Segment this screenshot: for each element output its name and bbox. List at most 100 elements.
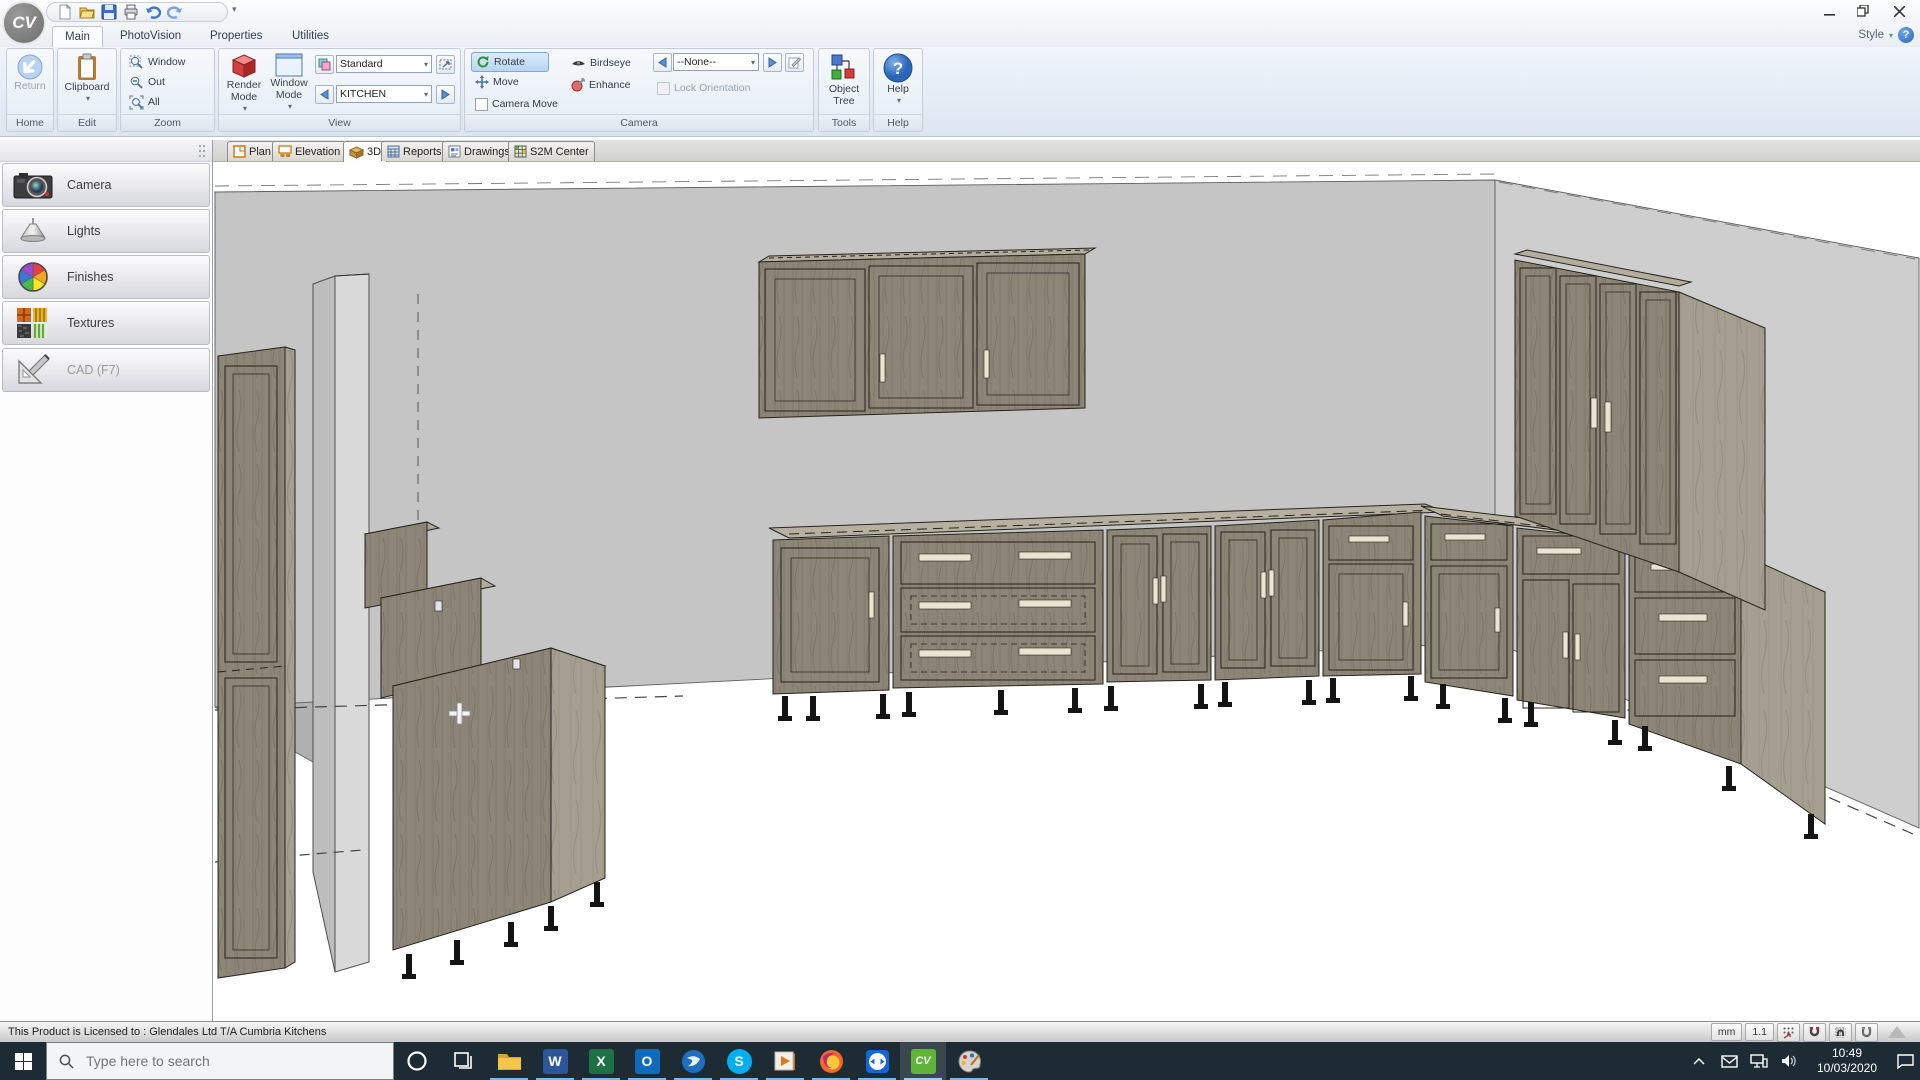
minimize-button[interactable] [1814, 0, 1844, 22]
sidebar-header[interactable] [0, 140, 212, 162]
restore-button[interactable] [1848, 0, 1878, 22]
outlook-icon: O [635, 1049, 660, 1074]
rotate-icon [476, 55, 490, 69]
sidebar-item-camera[interactable]: Camera [2, 163, 210, 207]
new-document-icon[interactable] [57, 4, 73, 20]
taskbar-app-word[interactable]: W [532, 1042, 578, 1080]
window-mode-button[interactable]: Window Mode [267, 53, 311, 113]
menu-tab-photovision[interactable]: PhotoVision [108, 26, 193, 46]
style-selector[interactable]: Style ▾ ? [1858, 27, 1914, 43]
pan-window-icon [439, 58, 452, 71]
clipboard-button[interactable]: Clipboard [58, 53, 116, 105]
sidebar-item-cad[interactable]: CAD (F7) [2, 348, 210, 392]
save-icon[interactable] [101, 4, 117, 20]
zoom-out-button[interactable]: Out [129, 73, 165, 91]
close-button[interactable] [1884, 0, 1914, 22]
undo-icon[interactable] [145, 4, 161, 20]
rotate-button[interactable]: Rotate [471, 52, 549, 72]
previous-room-button[interactable] [315, 85, 334, 104]
render-style-select[interactable]: Standard▾ [336, 55, 432, 73]
tab-plan[interactable]: Plan [227, 141, 277, 161]
return-button[interactable]: Return [7, 54, 53, 92]
taskbar-app-file-explorer[interactable] [486, 1042, 532, 1080]
grid-snap-button[interactable] [1803, 1023, 1826, 1042]
tab-reports[interactable]: Reports [381, 141, 448, 161]
menu-tab-main[interactable]: Main [52, 26, 103, 47]
help-circle-icon[interactable]: ? [1898, 27, 1914, 43]
help-button[interactable]: ? Help [874, 53, 922, 107]
enhance-button[interactable]: Enhance [571, 76, 630, 94]
taskbar-app-movies-tv[interactable] [762, 1042, 808, 1080]
finishes-color-wheel-icon [13, 261, 53, 293]
render-style-icon-button[interactable] [315, 55, 334, 74]
edit-walkthrough-button[interactable] [785, 53, 804, 72]
next-room-button[interactable] [436, 85, 455, 104]
sidebar-item-textures[interactable]: Textures [2, 301, 210, 345]
tray-mail-icon[interactable] [1714, 1042, 1744, 1080]
camera-move-checkbox[interactable]: Camera Move [475, 95, 558, 113]
taskbar-search[interactable] [46, 1042, 394, 1080]
tray-network-icon[interactable] [1744, 1042, 1774, 1080]
move-button[interactable]: Move [475, 73, 519, 91]
taskbar-app-teamviewer[interactable] [854, 1042, 900, 1080]
render-mode-button[interactable]: Render Mode [223, 53, 265, 115]
edit-pencil-icon [788, 56, 801, 69]
group-label-help: Help [874, 114, 922, 131]
design-canvas[interactable] [213, 162, 1920, 1021]
task-view-button[interactable] [440, 1042, 486, 1080]
left-arrow-icon [319, 89, 330, 100]
pan-window-button[interactable] [436, 55, 455, 74]
walkthrough-select[interactable]: --None--▾ [673, 53, 759, 71]
skype-icon: S [727, 1049, 752, 1074]
svg-text:?: ? [893, 59, 903, 78]
tray-clock[interactable]: 10:49 10/03/2020 [1804, 1046, 1890, 1076]
teamviewer-icon [865, 1049, 890, 1074]
sidebar-item-lights[interactable]: Lights [2, 209, 210, 253]
taskbar-app-firefox[interactable] [808, 1042, 854, 1080]
tab-elevation[interactable]: Elevation [272, 141, 346, 161]
ribbon-group-camera: Rotate Move Camera Move Birdseye Enhance… [464, 48, 814, 132]
taskbar-app-paint[interactable] [946, 1042, 992, 1080]
menu-tab-properties[interactable]: Properties [198, 26, 274, 46]
taskbar-app-excel[interactable]: X [578, 1042, 624, 1080]
cortana-button[interactable] [394, 1042, 440, 1080]
entity-snap-button[interactable] [1829, 1023, 1852, 1042]
taskbar-app-outlook[interactable]: O [624, 1042, 670, 1080]
taskbar-app-skype[interactable]: S [716, 1042, 762, 1080]
start-button[interactable] [0, 1042, 46, 1080]
drawings-icon [448, 145, 461, 158]
ribbon-group-zoom: Window Out All Zoom [120, 48, 215, 132]
left-arrow-icon [657, 57, 668, 68]
move-icon [475, 75, 489, 89]
customize-quick-access-icon[interactable]: ▾ [232, 4, 237, 15]
walkthrough-prev-button[interactable] [653, 53, 672, 72]
search-icon [59, 1054, 74, 1069]
open-icon[interactable] [79, 4, 95, 20]
action-center-icon[interactable] [1890, 1042, 1920, 1080]
plan-icon [233, 145, 246, 158]
tray-date: 10/03/2020 [1804, 1061, 1890, 1076]
tab-s2m-center[interactable]: S2M Center [508, 141, 595, 161]
print-icon[interactable] [123, 4, 139, 20]
birdseye-button[interactable]: Birdseye [571, 54, 631, 72]
zoom-all-button[interactable]: All [129, 93, 160, 111]
menu-tab-utilities[interactable]: Utilities [280, 26, 341, 46]
ribbon-group-tools: Object Tree Tools [818, 48, 870, 132]
zoom-window-button[interactable]: Window [129, 53, 185, 71]
walkthrough-next-button[interactable] [763, 53, 782, 72]
object-tree-button[interactable]: Object Tree [819, 53, 869, 107]
snap-settings-button[interactable] [1777, 1023, 1800, 1042]
tray-chevron-up-icon[interactable] [1684, 1042, 1714, 1080]
object-snap-button[interactable] [1855, 1023, 1878, 1042]
search-input[interactable] [84, 1052, 348, 1070]
taskbar-app-thunderbird[interactable] [670, 1042, 716, 1080]
sidebar-item-finishes[interactable]: Finishes [2, 255, 210, 299]
title-bar: ▾ [0, 0, 1920, 25]
room-select[interactable]: KITCHEN▾ [336, 85, 432, 103]
redo-icon[interactable] [167, 4, 183, 20]
elevation-icon [278, 145, 292, 158]
zoom-out-icon [129, 75, 144, 90]
taskbar-app-cabinet-vision[interactable]: CV [900, 1042, 946, 1080]
tab-drawings[interactable]: Drawings [442, 141, 516, 161]
tray-volume-icon[interactable] [1774, 1042, 1804, 1080]
